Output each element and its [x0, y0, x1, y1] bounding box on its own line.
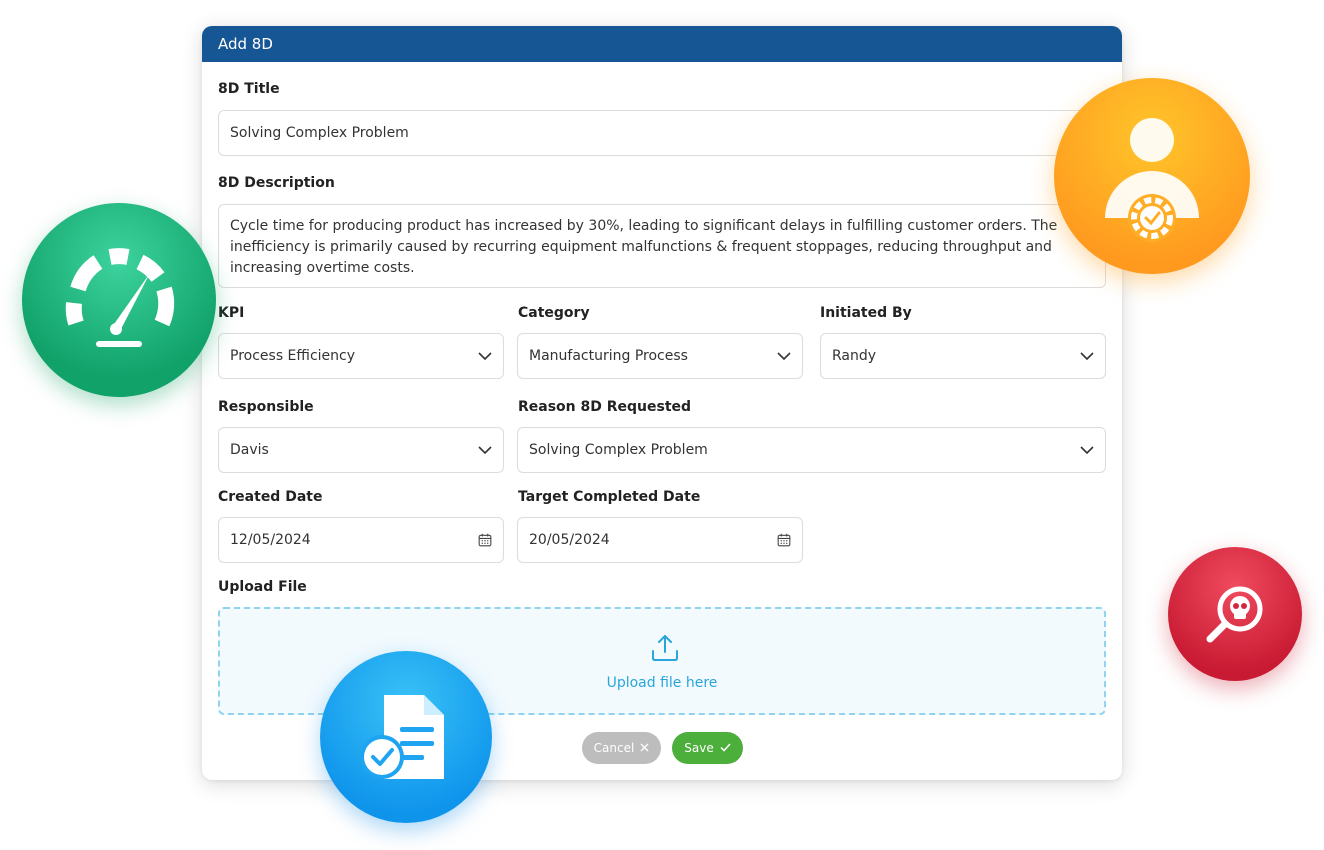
save-label: Save — [684, 741, 714, 755]
save-button[interactable]: Save — [672, 732, 743, 764]
target-date-label: Target Completed Date — [518, 489, 701, 505]
chevron-down-icon — [478, 443, 492, 457]
stage: Add 8D 8D Title Solving Complex Problem … — [0, 0, 1324, 850]
user-gear-icon — [1054, 78, 1250, 274]
document-check-icon — [320, 651, 492, 823]
category-select[interactable]: Manufacturing Process — [517, 333, 803, 379]
title-value: Solving Complex Problem — [230, 125, 409, 141]
reason-select[interactable]: Solving Complex Problem — [517, 427, 1106, 473]
description-label: 8D Description — [218, 175, 335, 191]
cancel-label: Cancel — [593, 741, 635, 755]
responsible-label: Responsible — [218, 399, 314, 415]
dialog-header: Add 8D — [202, 26, 1122, 62]
category-value: Manufacturing Process — [529, 348, 688, 364]
initiated-select[interactable]: Randy — [820, 333, 1106, 379]
initiated-label: Initiated By — [820, 305, 912, 321]
title-label: 8D Title — [218, 81, 280, 97]
check-icon — [720, 741, 731, 755]
chevron-down-icon — [478, 349, 492, 363]
description-value: Cycle time for producing product has inc… — [230, 218, 1058, 276]
kpi-select[interactable]: Process Efficiency — [218, 333, 504, 379]
speedometer-icon — [22, 203, 216, 397]
description-textarea[interactable]: Cycle time for producing product has inc… — [218, 204, 1106, 288]
target-date-input[interactable]: 20/05/2024 — [517, 517, 803, 563]
add-8d-dialog: Add 8D 8D Title Solving Complex Problem … — [202, 26, 1122, 780]
title-input[interactable]: Solving Complex Problem — [218, 110, 1106, 156]
dialog-title: Add 8D — [218, 35, 273, 53]
chevron-down-icon — [777, 349, 791, 363]
upload-icon — [650, 633, 680, 663]
reason-label: Reason 8D Requested — [518, 399, 692, 415]
created-date-input[interactable]: 12/05/2024 — [218, 517, 504, 563]
responsible-select[interactable]: Davis — [218, 427, 504, 473]
cancel-button[interactable]: Cancel — [582, 732, 661, 764]
upload-label: Upload File — [218, 579, 307, 595]
kpi-label: KPI — [218, 305, 245, 321]
skull-search-icon — [1168, 547, 1302, 681]
reason-value: Solving Complex Problem — [529, 442, 708, 458]
initiated-value: Randy — [832, 348, 877, 364]
kpi-value: Process Efficiency — [230, 348, 355, 364]
chevron-down-icon — [1080, 349, 1094, 363]
created-date-label: Created Date — [218, 489, 323, 505]
calendar-icon[interactable] — [478, 533, 492, 547]
category-label: Category — [518, 305, 590, 321]
close-icon — [640, 741, 649, 755]
created-date-value: 12/05/2024 — [230, 532, 311, 548]
chevron-down-icon — [1080, 443, 1094, 457]
target-date-value: 20/05/2024 — [529, 532, 610, 548]
calendar-icon[interactable] — [777, 533, 791, 547]
responsible-value: Davis — [230, 442, 269, 458]
